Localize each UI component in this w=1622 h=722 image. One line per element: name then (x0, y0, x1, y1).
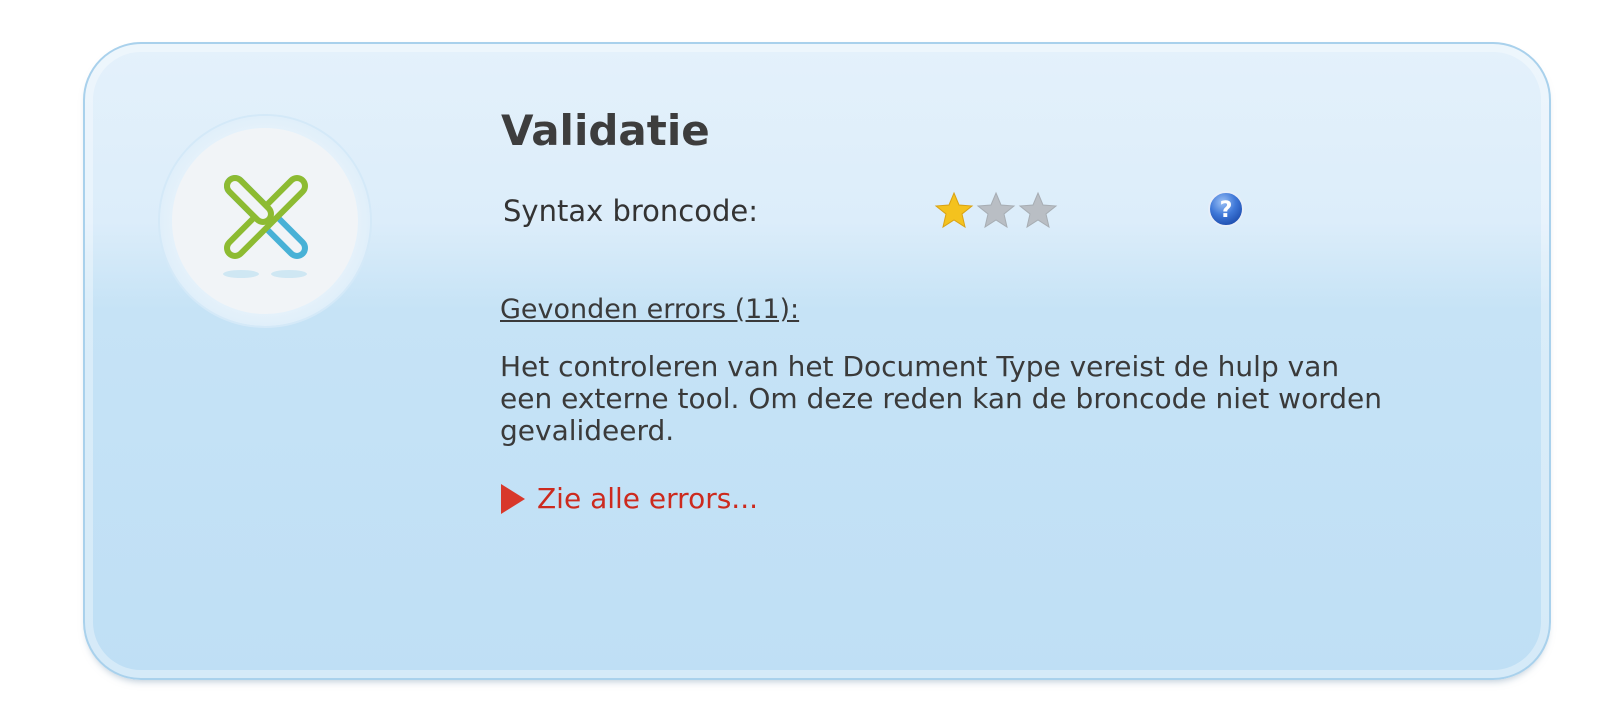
syntax-label: Syntax broncode: (503, 194, 758, 228)
star-empty-icon (976, 191, 1016, 229)
section-title: Validatie (501, 106, 710, 155)
errors-message: Het controleren van het Document Type ve… (500, 350, 1382, 447)
star-filled-icon (934, 191, 974, 229)
see-all-errors-label: Zie alle errors... (537, 482, 759, 515)
validation-panel: Validatie Syntax broncode: ? Gevonden er… (83, 42, 1551, 680)
see-all-errors-link[interactable]: Zie alle errors... (501, 482, 758, 515)
question-icon[interactable]: ? (1207, 190, 1245, 228)
syntax-rating (933, 190, 1059, 232)
x-cross-icon (223, 175, 308, 278)
svg-text:?: ? (1220, 198, 1233, 223)
triangle-right-icon (501, 483, 525, 514)
validation-badge (160, 116, 370, 326)
star-empty-icon (1018, 191, 1058, 229)
errors-heading: Gevonden errors (11): (500, 294, 800, 325)
